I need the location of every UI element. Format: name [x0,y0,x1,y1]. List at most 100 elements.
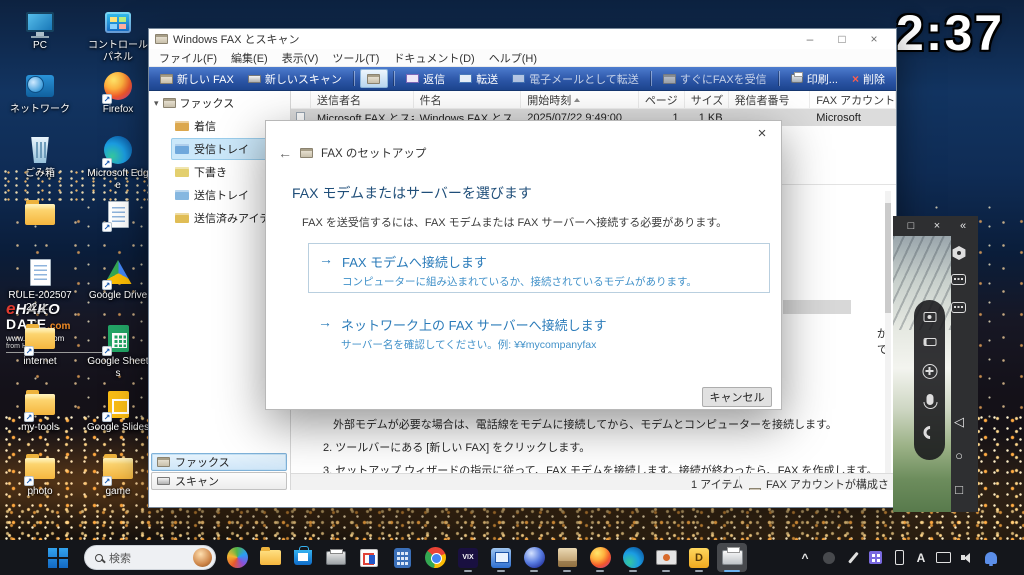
taskbar-app-fax-scan[interactable] [717,543,747,572]
toolbar-button-receive-fax[interactable]: すぐにFAXを受信 [657,69,773,89]
android-recents-icon[interactable]: □ [951,482,967,497]
menu-item-5[interactable]: ヘルプ(H) [482,50,544,66]
toolbar-button-print[interactable]: 印刷... [785,69,844,89]
menu-item-2[interactable]: 表示(V) [275,50,326,66]
view-button-0[interactable]: ファックス [151,453,287,471]
keypad-icon[interactable] [951,274,966,285]
toolbar-button-delete[interactable]: ×削除 [846,69,891,89]
taskbar-app-sticky-notes[interactable] [354,543,384,572]
desktop-icon-firefox[interactable]: ↗Firefox [86,70,150,116]
tray-phone-link-icon[interactable] [888,540,910,575]
tray-pen-icon[interactable] [842,540,864,575]
tray-chevron-up-icon[interactable]: ^ [794,540,816,575]
desktop-icon-game[interactable]: ↗game [86,452,150,498]
shortcut-arrow-icon: ↗ [102,346,112,356]
taskbar-app-fax-tool[interactable] [321,543,351,572]
taskbar-app-media-sphere[interactable] [519,543,549,572]
option-connect-fax-modem[interactable]: → FAX モデムへ接続します コンピューターに組み込まれているか、接続されてい… [308,243,770,293]
desktop-icon-network[interactable]: ネットワーク [8,70,72,116]
back-arrow-icon[interactable]: ← [278,145,292,161]
desktop-icon-photo[interactable]: ↗photo [8,452,72,498]
desktop-icon-google-slides[interactable]: ↗Google Slides [86,388,150,434]
tray-bell-icon[interactable] [980,540,1002,575]
taskbar-app-store[interactable] [288,543,318,572]
desktop-icon-google-drive[interactable]: ↗Google Drive [86,256,150,302]
cancel-button[interactable]: キャンセル [702,387,772,407]
menu-item-0[interactable]: ファイル(F) [152,50,224,66]
chevron-down-icon[interactable]: ▾ [154,98,159,109]
collapse-icon[interactable]: « [955,220,971,232]
scrollbar[interactable] [885,191,891,485]
desktop-icon-doc-unlabeled[interactable]: ↗ [86,198,150,232]
desktop-icon-google-sheets[interactable]: ↗Google Sheets [86,322,150,379]
dpad-icon[interactable] [922,364,937,379]
column-header-6[interactable]: FAX アカウント [810,91,896,108]
taskbar-app-edge[interactable] [618,543,648,572]
close-icon[interactable]: × [858,29,890,49]
toolbar-button-new-fax[interactable]: 新しい FAX [154,69,240,89]
tree-root-fax[interactable]: ▾ ファックス [149,91,290,114]
keypad-more-icon[interactable] [951,302,966,313]
desktop-icon-my-tools[interactable]: ↗my-tools [8,388,72,434]
toolbar-button-label: 印刷... [807,71,838,87]
taskbar-app-copilot[interactable] [222,543,252,572]
desktop-icon-pc[interactable]: PC [8,6,72,52]
desktop-icon-recycle-bin[interactable]: ごみ箱 [8,134,72,180]
tray-hidden-dim-icon[interactable] [818,540,840,575]
minimize-icon[interactable]: – [794,29,826,49]
desktop-icon-rule-doc[interactable]: RULE-20250722_t... [8,256,72,313]
tray-ime-a-icon[interactable]: A [910,540,932,575]
search-highlight-avatar[interactable] [193,548,212,567]
arrow-right-icon: → [318,315,332,330]
tray-ime-grid-icon[interactable] [864,540,886,575]
column-header-0[interactable]: 送信者名 [311,91,414,108]
taskbar-app-firefox[interactable] [585,543,615,572]
start-button[interactable] [48,548,68,568]
tray-display-icon[interactable] [932,540,954,575]
taskbar-app-screen-cast[interactable] [651,543,681,572]
taskbar-app-calculator[interactable] [387,543,417,572]
toolbar-button-fax-status[interactable] [360,69,388,88]
desktop-icon-folder-unlabeled[interactable] [8,198,72,232]
taskbar-app-explorer[interactable] [255,543,285,572]
toolbar-button-mail-forward[interactable]: 電子メールとして転送 [506,69,645,89]
column-header-5[interactable]: 発信者番号 [729,91,811,108]
taskbar-app-chrome[interactable] [420,543,450,572]
hex-settings-icon[interactable] [952,246,966,260]
column-header-2[interactable]: 開始時刻 [521,91,639,108]
mic-icon[interactable] [926,394,933,405]
close-icon[interactable]: × [753,125,771,142]
close-icon[interactable]: × [929,220,945,232]
scrollbar-thumb[interactable] [885,203,891,313]
menu-item-4[interactable]: ドキュメント(D) [386,50,481,66]
taskbar-app-vix[interactable]: VIX [453,543,483,572]
desktop-icon-internet[interactable]: ↗internet [8,322,72,368]
phone-screen[interactable] [893,236,951,512]
search-box[interactable]: 検索 [84,545,216,570]
column-header-3[interactable]: ページ [639,91,685,108]
desktop-icon-control-panel[interactable]: コントロール パネル [86,6,150,63]
tray-speaker-icon[interactable] [956,540,978,575]
taskbar-app-d-tool[interactable]: D [684,543,714,572]
toolbar-button-new-scan[interactable]: 新しいスキャン [242,69,348,89]
camera-icon[interactable] [923,312,936,322]
maximize-icon[interactable]: □ [826,29,858,49]
column-header-4[interactable]: サイズ [685,91,729,108]
call-icon[interactable] [920,423,938,441]
view-button-1[interactable]: スキャン [151,472,287,490]
menu-item-1[interactable]: 編集(E) [224,50,275,66]
window-titlebar[interactable]: Windows FAX とスキャン – □ × [149,29,896,49]
column-icon-header[interactable] [291,91,311,108]
option-connect-fax-server[interactable]: → ネットワーク上の FAX サーバーへ接続します サーバー名を確認してください… [308,307,770,360]
desktop-icon-edge[interactable]: ↗Microsoft Edge [86,134,150,191]
android-back-icon[interactable]: ◁ [951,414,967,430]
maximize-icon[interactable]: □ [903,220,919,232]
battery-icon[interactable] [923,338,936,346]
taskbar-app-blue-window[interactable] [486,543,516,572]
toolbar-button-reply[interactable]: 返信 [400,69,451,89]
android-home-icon[interactable]: ○ [951,448,967,463]
column-header-1[interactable]: 件名 [414,91,522,108]
taskbar-app-box-app[interactable] [552,543,582,572]
menu-item-3[interactable]: ツール(T) [325,50,386,66]
toolbar-button-forward[interactable]: 転送 [453,69,504,89]
